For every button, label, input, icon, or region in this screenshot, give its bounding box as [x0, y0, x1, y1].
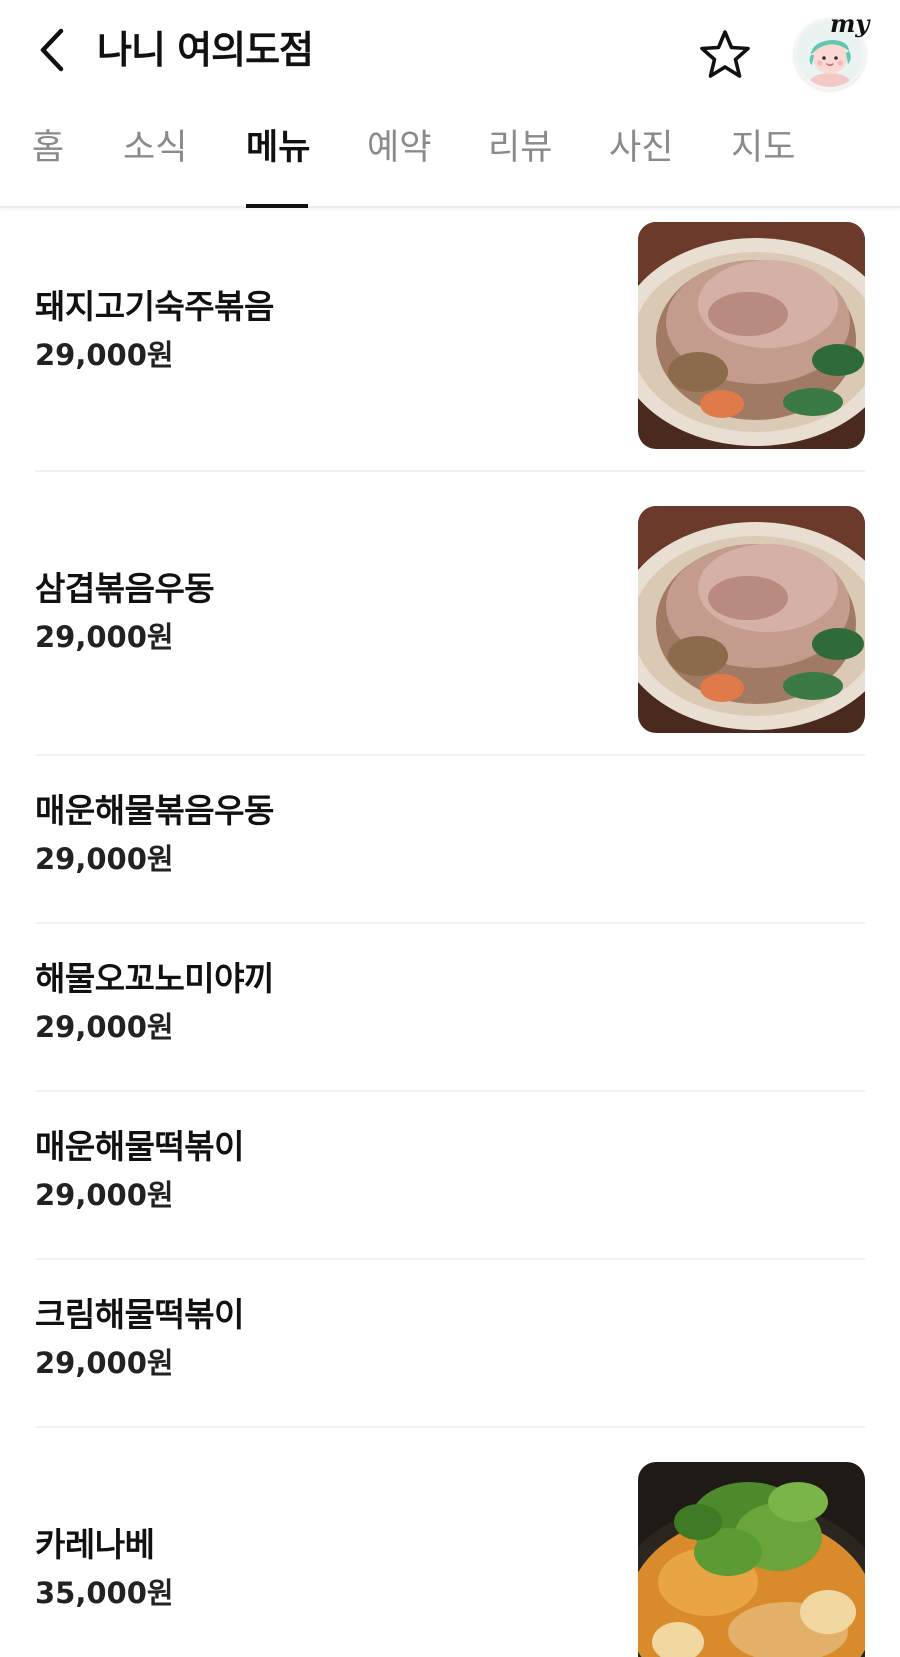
- menu-item-name: 돼지고기숙주볶음: [35, 287, 274, 326]
- tab-label: 리뷰: [488, 128, 553, 168]
- favorite-button[interactable]: [695, 24, 755, 84]
- star-outline-icon: [700, 30, 750, 78]
- tab-label: 메뉴: [246, 128, 311, 168]
- tab-bar: 홈 소식 메뉴 예약 리뷰 사진 지도: [0, 120, 900, 208]
- tab-menu[interactable]: 메뉴: [246, 128, 311, 208]
- menu-item-price: 29,000원: [35, 338, 174, 372]
- back-button[interactable]: [28, 22, 76, 78]
- menu-item-price: 29,000원: [35, 1178, 174, 1212]
- menu-item[interactable]: 매운해물떡볶이 29,000원: [35, 1092, 865, 1260]
- my-page-button[interactable]: my: [790, 10, 880, 94]
- tab-photo[interactable]: 사진: [609, 128, 674, 208]
- menu-item[interactable]: 카레나베 35,000원: [35, 1428, 865, 1657]
- menu-item-name: 해물오꼬노미야끼: [35, 959, 274, 998]
- tab-review[interactable]: 리뷰: [488, 128, 553, 208]
- stir-fry-dish-image: [638, 506, 865, 733]
- menu-item-price: 29,000원: [35, 1346, 174, 1380]
- menu-item-price: 29,000원: [35, 842, 174, 876]
- menu-item-name: 매운해물볶음우동: [35, 791, 274, 830]
- app-header: 나니 여의도점 my: [0, 0, 900, 100]
- menu-item-price: 29,000원: [35, 620, 174, 654]
- tab-label: 지도: [731, 128, 796, 168]
- menu-item-price: 29,000원: [35, 1010, 174, 1044]
- page-title: 나니 여의도점: [97, 28, 314, 72]
- chevron-left-icon: [40, 28, 64, 72]
- menu-item-photo[interactable]: [638, 222, 865, 449]
- menu-item-name: 카레나베: [35, 1525, 155, 1564]
- menu-item-name: 삼겹볶음우동: [35, 569, 215, 608]
- active-tab-indicator: [246, 204, 308, 208]
- menu-item[interactable]: 크림해물떡볶이 29,000원: [35, 1260, 865, 1428]
- tab-label: 예약: [367, 128, 432, 168]
- tab-map[interactable]: 지도: [731, 128, 796, 208]
- menu-item-name: 매운해물떡볶이: [35, 1127, 245, 1166]
- tab-label: 홈: [31, 128, 65, 168]
- menu-item-photo[interactable]: [638, 506, 865, 733]
- menu-item[interactable]: 매운해물볶음우동 29,000원: [35, 756, 865, 924]
- menu-item[interactable]: 삼겹볶음우동 29,000원: [35, 472, 865, 756]
- tab-home[interactable]: 홈: [30, 128, 66, 208]
- curry-hotpot-image: [638, 1462, 865, 1657]
- stir-fry-dish-image: [638, 222, 865, 449]
- tab-news[interactable]: 소식: [123, 128, 188, 208]
- tab-label: 소식: [123, 128, 188, 168]
- menu-item-photo[interactable]: [638, 1462, 865, 1657]
- my-badge: my: [830, 9, 870, 38]
- menu-item-price: 35,000원: [35, 1576, 174, 1610]
- tab-label: 사진: [609, 128, 674, 168]
- menu-item[interactable]: 돼지고기숙주볶음 29,000원: [35, 210, 865, 472]
- tab-reservation[interactable]: 예약: [367, 128, 432, 208]
- menu-item[interactable]: 해물오꼬노미야끼 29,000원: [35, 924, 865, 1092]
- menu-item-name: 크림해물떡볶이: [35, 1295, 245, 1334]
